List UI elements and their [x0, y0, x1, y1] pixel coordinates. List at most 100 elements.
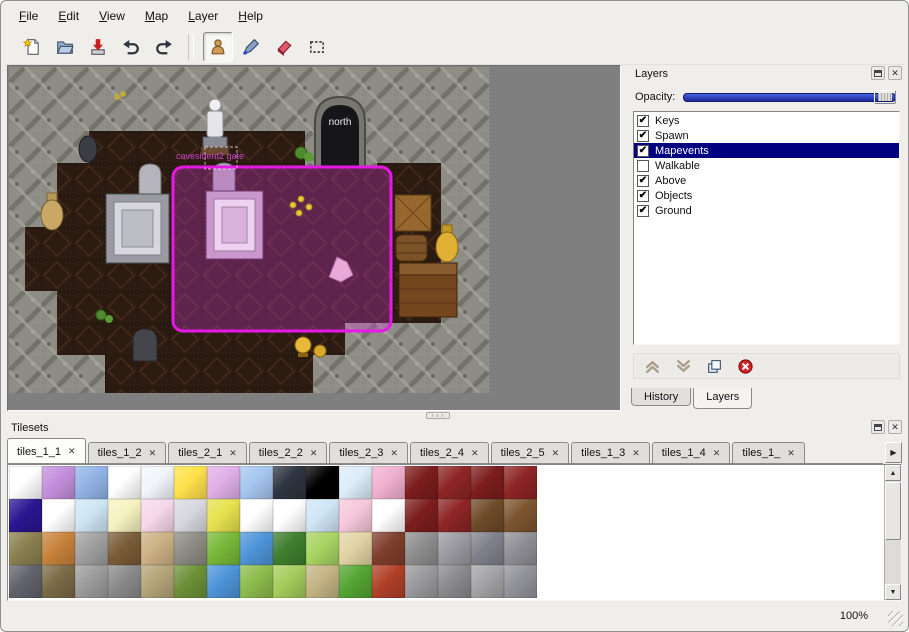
palette-tile[interactable] — [339, 466, 372, 499]
tileset-tab[interactable]: tiles_1_4 ✕ — [652, 442, 731, 463]
palette-tile[interactable] — [405, 466, 438, 499]
tileset-tab[interactable]: tiles_1_2 ✕ — [88, 442, 167, 463]
opacity-slider-handle[interactable] — [874, 90, 896, 104]
layer-visibility-checkbox[interactable]: ✔ — [637, 190, 649, 202]
tileset-tab[interactable]: tiles_1_1 ✕ — [7, 438, 86, 464]
close-panel-button[interactable]: ✕ — [888, 420, 902, 434]
menu-item[interactable]: File — [9, 4, 48, 28]
palette-tile[interactable] — [42, 499, 75, 532]
new-button[interactable] — [17, 32, 47, 62]
menu-item[interactable]: Map — [135, 4, 178, 28]
palette-tile[interactable] — [405, 532, 438, 565]
palette-tile[interactable] — [174, 565, 207, 598]
tileset-tab[interactable]: tiles_2_4 ✕ — [410, 442, 489, 463]
palette-tile[interactable] — [207, 466, 240, 499]
palette-tile[interactable] — [108, 565, 141, 598]
palette-tile[interactable] — [438, 532, 471, 565]
layer-row[interactable]: ✔ Objects — [634, 188, 899, 203]
scrollbar-thumb[interactable] — [885, 482, 901, 540]
menu-item[interactable]: Help — [228, 4, 273, 28]
palette-tile[interactable] — [174, 466, 207, 499]
splitter-grip[interactable] — [426, 412, 450, 419]
palette-tile[interactable] — [273, 565, 306, 598]
palette-tile[interactable] — [240, 565, 273, 598]
palette-tile[interactable] — [9, 499, 42, 532]
palette-tile[interactable] — [471, 466, 504, 499]
map-view[interactable]: north cavesident2 gate — [7, 65, 621, 411]
open-button[interactable] — [50, 32, 80, 62]
duplicate-layer-button[interactable] — [704, 356, 724, 376]
tab-close-icon[interactable]: ✕ — [471, 449, 479, 458]
move-layer-down-button[interactable] — [673, 356, 693, 376]
scroll-down-button[interactable]: ▼ — [885, 584, 901, 600]
palette-tile[interactable] — [273, 466, 306, 499]
menu-item[interactable]: View — [89, 4, 135, 28]
tab-close-icon[interactable]: ✕ — [68, 447, 76, 456]
palette-tile[interactable] — [504, 532, 537, 565]
palette-tile[interactable] — [42, 565, 75, 598]
redo-button[interactable] — [149, 32, 179, 62]
select-tool-button[interactable] — [302, 32, 332, 62]
palette-tile[interactable] — [141, 466, 174, 499]
palette-tile[interactable] — [339, 565, 372, 598]
palette-tile[interactable] — [471, 532, 504, 565]
palette-tile[interactable] — [372, 565, 405, 598]
palette-tile[interactable] — [174, 499, 207, 532]
tab-close-icon[interactable]: ✕ — [552, 449, 560, 458]
palette-tile[interactable] — [75, 466, 108, 499]
palette-tile[interactable] — [306, 532, 339, 565]
palette-tile[interactable] — [42, 466, 75, 499]
palette-tile[interactable] — [108, 466, 141, 499]
tileset-scrollbar[interactable]: ▲ ▼ — [884, 465, 901, 600]
close-panel-button[interactable]: ✕ — [888, 66, 902, 80]
eraser-tool-button[interactable] — [269, 32, 299, 62]
layer-row[interactable]: ✔ Spawn — [634, 128, 899, 143]
palette-tile[interactable] — [273, 499, 306, 532]
horizontal-splitter[interactable] — [7, 412, 621, 419]
layer-visibility-checkbox[interactable]: ✔ — [637, 115, 649, 127]
dock-tab[interactable]: History — [631, 388, 691, 406]
stamp-tool-button[interactable] — [203, 32, 233, 62]
tab-close-icon[interactable]: ✕ — [713, 449, 721, 458]
palette-tile[interactable] — [504, 565, 537, 598]
tileset-tab[interactable]: tiles_1_ ✕ — [732, 442, 804, 463]
palette-tile[interactable] — [9, 532, 42, 565]
palette-tile[interactable] — [141, 565, 174, 598]
palette-tile[interactable] — [42, 532, 75, 565]
opacity-slider[interactable] — [683, 90, 896, 104]
tileset-tab[interactable]: tiles_2_1 ✕ — [168, 442, 247, 463]
palette-tile[interactable] — [207, 499, 240, 532]
palette-tile[interactable] — [339, 532, 372, 565]
layer-row[interactable]: ✔ Keys — [634, 113, 899, 128]
undo-button[interactable] — [116, 32, 146, 62]
tab-close-icon[interactable]: ✕ — [390, 449, 398, 458]
palette-tile[interactable] — [306, 565, 339, 598]
layer-visibility-checkbox[interactable]: ✔ — [637, 130, 649, 142]
tileset-tab[interactable]: tiles_2_5 ✕ — [491, 442, 570, 463]
palette-tile[interactable] — [405, 565, 438, 598]
float-panel-button[interactable] — [871, 420, 885, 434]
palette-tile[interactable] — [75, 499, 108, 532]
palette-tile[interactable] — [9, 466, 42, 499]
palette-tile[interactable] — [240, 532, 273, 565]
fill-tool-button[interactable] — [236, 32, 266, 62]
tab-scroll-right-button[interactable]: ▶ — [885, 442, 902, 463]
layer-row[interactable]: ✔ Ground — [634, 203, 899, 218]
palette-tile[interactable] — [108, 532, 141, 565]
tab-close-icon[interactable]: ✕ — [310, 449, 318, 458]
scroll-up-button[interactable]: ▲ — [885, 465, 901, 481]
palette-tile[interactable] — [306, 466, 339, 499]
palette-tile[interactable] — [141, 532, 174, 565]
layer-visibility-checkbox[interactable]: ✔ — [637, 175, 649, 187]
tileset-tab[interactable]: tiles_2_2 ✕ — [249, 442, 328, 463]
palette-tile[interactable] — [207, 532, 240, 565]
move-layer-up-button[interactable] — [642, 356, 662, 376]
delete-layer-button[interactable] — [735, 356, 755, 376]
layer-visibility-checkbox[interactable]: ✔ — [637, 205, 649, 217]
dock-tab[interactable]: Layers — [693, 388, 752, 409]
palette-tile[interactable] — [504, 466, 537, 499]
layer-row[interactable]: ✔ Walkable — [634, 158, 899, 173]
palette-tile[interactable] — [141, 499, 174, 532]
float-panel-button[interactable] — [871, 66, 885, 80]
layer-visibility-checkbox[interactable]: ✔ — [637, 145, 649, 157]
